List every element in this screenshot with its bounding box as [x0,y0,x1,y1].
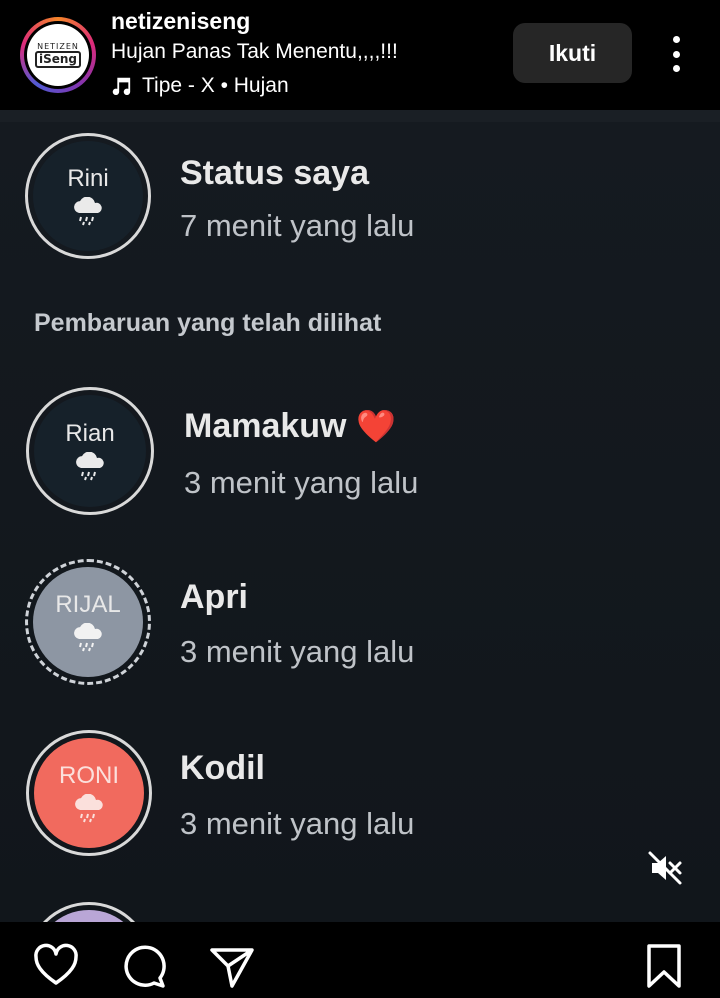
avatar: RONI [34,738,144,848]
status-time: 7 menit yang lalu [180,208,415,243]
contact-name: Mamakuw ❤️ [184,407,396,445]
rain-cloud-icon [75,794,103,823]
heart-icon[interactable] [32,942,80,990]
follow-button[interactable]: Ikuti [513,23,632,83]
rain-cloud-icon [76,452,104,481]
avatar: Rini [33,141,143,251]
rain-cloud-icon [74,623,102,652]
update-time: 3 menit yang lalu [180,634,415,669]
music-label: Tipe - X • Hujan [142,74,289,97]
comment-icon[interactable] [120,942,168,990]
update-time: 3 menit yang lalu [184,465,419,500]
music-note-icon [112,77,131,96]
avatar: RIJAL [33,567,143,677]
update-time: 3 menit yang lalu [180,806,415,841]
heart-emoji: ❤️ [355,407,396,445]
music-info[interactable]: Tipe - X • Hujan [110,74,289,98]
username[interactable]: netizeniseng [111,8,250,35]
post-caption: Hujan Panas Tak Menentu,,,,!!! [111,40,398,63]
muted-speaker-icon[interactable] [646,849,684,887]
post-header: NETIZEN iSeng netizeniseng Hujan Panas T… [0,0,720,110]
bookmark-icon[interactable] [640,942,688,990]
section-label: Pembaruan yang telah dilihat [34,309,382,337]
status-title: Status saya [180,154,369,192]
share-icon[interactable] [208,942,256,990]
rain-cloud-icon [74,197,102,226]
contact-name: Kodil [180,749,265,787]
more-vertical-icon[interactable] [662,36,690,72]
brand-logo: NETIZEN iSeng [27,24,89,86]
contact-name: Apri [180,578,248,616]
avatar: Rian [34,395,146,507]
profile-avatar[interactable]: NETIZEN iSeng [20,17,96,93]
post-media[interactable]: Rini Status saya 7 menit yang lalu Pemba… [0,110,720,922]
action-bar [0,922,720,998]
